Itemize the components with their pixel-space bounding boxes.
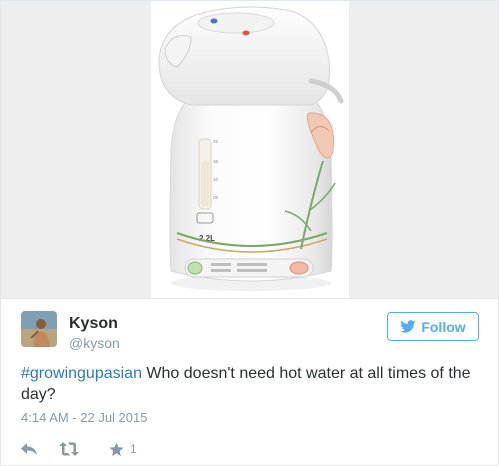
twitter-bird-icon: [400, 320, 416, 333]
svg-text:10: 10: [213, 177, 219, 182]
hot-water-pot-image: 22 15 10 05 2.2L: [158, 6, 344, 291]
follow-button-label: Follow: [421, 318, 466, 335]
favorite-button[interactable]: 1: [79, 441, 137, 457]
author-handle[interactable]: @kyson: [69, 335, 120, 351]
star-icon: [109, 441, 124, 456]
tweet-timestamp[interactable]: 4:14 AM - 22 Jul 2015: [21, 410, 147, 426]
tweet-media[interactable]: 22 15 10 05 2.2L: [1, 1, 498, 298]
reply-button[interactable]: [21, 442, 37, 456]
svg-text:15: 15: [213, 159, 219, 164]
favorite-count: 1: [130, 442, 137, 456]
media-photo-frame: 22 15 10 05 2.2L: [151, 1, 349, 298]
avatar-photo: [21, 311, 57, 347]
retweet-icon: [59, 442, 79, 456]
tweet-text: #growingupasian Who doesn't need hot wat…: [21, 363, 481, 405]
reply-icon: [21, 443, 37, 455]
retweet-button[interactable]: [37, 442, 79, 456]
follow-button[interactable]: Follow: [387, 312, 479, 341]
tweet-card: 22 15 10 05 2.2L Kyson @kyson Follow #gr…: [0, 0, 499, 466]
media-divider: [1, 298, 498, 299]
svg-text:22: 22: [213, 139, 219, 144]
tweet-actions: 1: [21, 440, 137, 458]
svg-text:05: 05: [213, 195, 219, 200]
author-display-name[interactable]: Kyson: [69, 315, 118, 333]
avatar[interactable]: [21, 311, 57, 347]
hashtag-link[interactable]: #growingupasian: [21, 365, 142, 382]
